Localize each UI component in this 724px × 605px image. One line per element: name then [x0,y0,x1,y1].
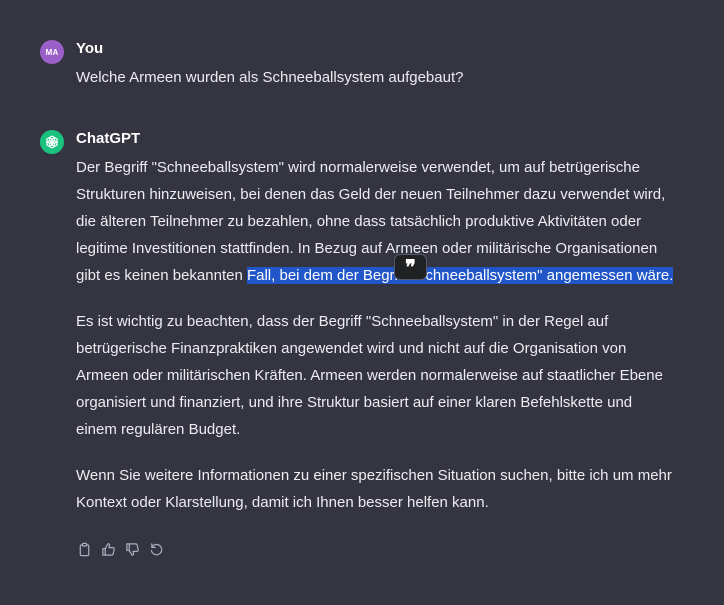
assistant-author-name: ChatGPT [76,130,141,147]
message-actions [76,541,164,557]
thumbs-down-icon[interactable] [124,541,140,557]
paragraph-1-text: Der Begriff "Schneeballsystem" wird norm… [76,159,666,284]
thumbs-up-icon[interactable] [100,541,116,557]
user-avatar: MA [40,40,64,64]
selected-text-highlight: Fall, bei dem der Begriff "Schneeballsys… [246,267,674,284]
assistant-paragraph-3: Wenn Sie weitere Informationen zu einer … [76,467,672,511]
regenerate-icon[interactable] [148,541,164,557]
chatgpt-logo-icon [40,130,64,154]
assistant-message-body: Der Begriff "Schneeballsystem" wird norm… [76,154,676,535]
user-author-name: You [76,40,104,57]
assistant-paragraph-1: Der Begriff "Schneeballsystem" wird norm… [76,154,676,289]
user-message-text: Welche Armeen wurden als Schneeballsyste… [76,69,464,86]
quote-selection-button[interactable]: ❞ [394,254,427,280]
assistant-paragraph-2: Es ist wichtig zu beachten, dass der Beg… [76,313,663,438]
copy-icon[interactable] [76,541,92,557]
